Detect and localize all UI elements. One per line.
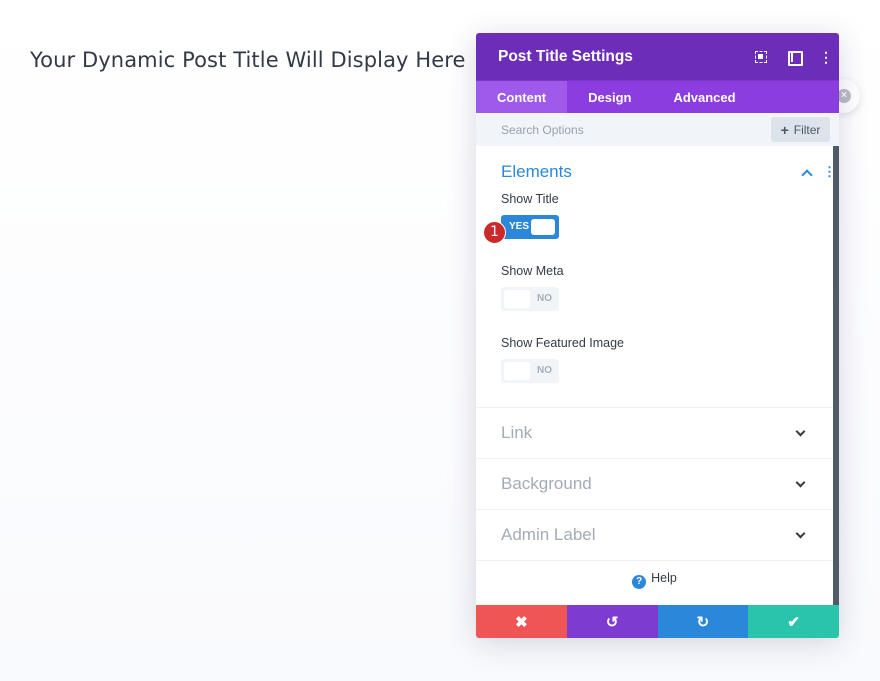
undo-button[interactable]: ↺ <box>566 605 658 638</box>
help-label: Help <box>651 571 677 585</box>
field-show-featured-image: Show Featured Image NO <box>501 336 833 383</box>
show-featured-image-toggle[interactable]: NO <box>501 359 559 383</box>
section-background[interactable]: Background <box>476 459 833 510</box>
toggle-knob <box>504 290 530 308</box>
settings-modal: Post Title Settings ⋮ Content Design Adv… <box>476 33 839 638</box>
scrollbar[interactable] <box>833 146 839 605</box>
tab-advanced[interactable]: Advanced <box>652 81 756 113</box>
tab-bar: Content Design Advanced <box>476 80 839 113</box>
search-input[interactable] <box>501 122 741 137</box>
section-label: Admin Label <box>501 525 596 544</box>
more-options-icon[interactable]: ⋮ <box>819 49 833 65</box>
expand-icon[interactable] <box>753 49 769 65</box>
plus-icon: + <box>780 121 789 138</box>
toggle-state: NO <box>537 293 552 304</box>
tab-design[interactable]: Design <box>567 81 652 113</box>
toggle-knob <box>531 219 555 235</box>
section-label: Link <box>501 423 533 442</box>
show-title-toggle[interactable]: YES <box>501 215 559 239</box>
modal-header: Post Title Settings ⋮ <box>476 33 839 80</box>
modal-footer: ✖ ↺ ↻ ✔ <box>476 605 839 638</box>
toggle-state: YES <box>509 221 530 232</box>
chevron-down-icon[interactable] <box>795 426 806 437</box>
redo-button[interactable]: ↻ <box>657 605 749 638</box>
modal-title: Post Title Settings <box>498 47 633 65</box>
filter-button[interactable]: + Filter <box>771 117 830 142</box>
save-button[interactable]: ✔ <box>748 605 839 638</box>
section-controls: ⋮ <box>801 164 833 181</box>
cancel-button[interactable]: ✖ <box>476 605 567 638</box>
section-more-icon[interactable]: ⋮ <box>823 164 833 180</box>
section-link[interactable]: Link <box>476 408 833 459</box>
columns-icon[interactable] <box>786 49 803 66</box>
post-title-preview: Your Dynamic Post Title Will Display Her… <box>30 48 466 72</box>
field-label: Show Meta <box>501 264 564 278</box>
redo-icon: ↻ <box>696 613 710 631</box>
section-admin-label[interactable]: Admin Label <box>476 510 833 561</box>
field-label: Show Featured Image <box>501 336 624 350</box>
undo-icon: ↺ <box>605 613 619 631</box>
settings-content: Elements ⋮ Show Title YES Show Meta NO S… <box>476 146 833 605</box>
help-link[interactable]: ? Help <box>476 571 833 589</box>
checkmark-icon: ✔ <box>787 613 800 631</box>
search-bar: + Filter <box>476 113 839 146</box>
field-show-title: Show Title YES <box>501 192 833 239</box>
chevron-down-icon[interactable] <box>795 528 806 539</box>
section-elements: Elements ⋮ Show Title YES Show Meta NO S… <box>476 146 833 408</box>
show-meta-toggle[interactable]: NO <box>501 287 559 311</box>
header-icons: ⋮ <box>736 33 833 80</box>
close-icon: × <box>837 89 851 103</box>
tab-content[interactable]: Content <box>476 81 568 113</box>
chevron-up-icon[interactable] <box>801 168 813 181</box>
section-label: Background <box>501 474 592 493</box>
section-title-elements[interactable]: Elements <box>501 146 833 192</box>
close-icon: ✖ <box>515 613 528 631</box>
toggle-knob <box>504 362 530 380</box>
filter-label: Filter <box>793 122 821 137</box>
toggle-state: NO <box>537 365 552 376</box>
step-marker-badge: 1 <box>483 221 506 244</box>
field-label: Show Title <box>501 192 559 206</box>
field-show-meta: Show Meta NO <box>501 264 833 311</box>
chevron-down-icon[interactable] <box>795 477 806 488</box>
help-icon: ? <box>632 575 647 589</box>
